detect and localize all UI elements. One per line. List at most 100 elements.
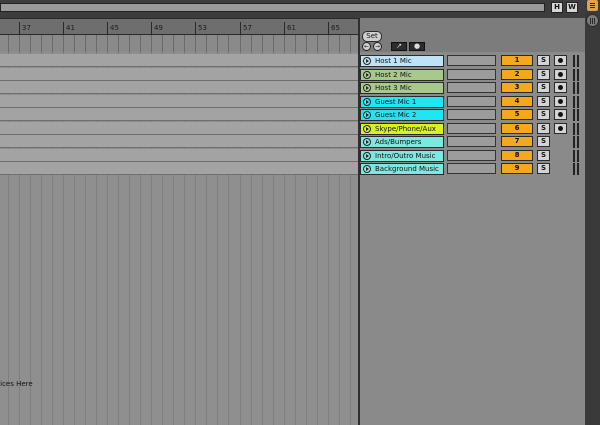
level-meter xyxy=(573,55,575,67)
solo-button[interactable]: S xyxy=(537,136,550,147)
track-name-8[interactable]: Intro/Outro Music xyxy=(360,150,444,162)
ruler-tick-label: 37 xyxy=(22,24,31,32)
track-name-9[interactable]: Background Music xyxy=(360,163,444,175)
track-row: Skype/Phone/Aux 6 S xyxy=(360,123,585,136)
back-arrow-icon[interactable]: ← xyxy=(362,42,371,51)
solo-button[interactable]: S xyxy=(537,123,550,134)
track-activator-5[interactable]: 5 xyxy=(501,109,533,120)
w-button[interactable]: W xyxy=(566,2,578,13)
right-gutter xyxy=(585,0,600,425)
top-bar: H W xyxy=(0,0,585,16)
clip-slot[interactable] xyxy=(447,55,496,66)
track-row: Host 3 Mic 3 S xyxy=(360,82,585,95)
track-activator-9[interactable]: 9 xyxy=(501,163,533,174)
track-name-1[interactable]: Host 1 Mic xyxy=(360,55,444,67)
track-lane[interactable] xyxy=(0,108,358,121)
menu-icon[interactable] xyxy=(587,0,598,11)
track-row: Intro/Outro Music 8 S xyxy=(360,150,585,163)
level-meter xyxy=(577,150,579,162)
clip-slot[interactable] xyxy=(447,123,496,134)
ruler-tick-label: 53 xyxy=(198,24,207,32)
clip-slot[interactable] xyxy=(447,96,496,107)
solo-button[interactable]: S xyxy=(537,163,550,174)
clip-slot[interactable] xyxy=(447,163,496,174)
track-name-7[interactable]: Ads/Bumpers xyxy=(360,136,444,148)
track-lane[interactable] xyxy=(0,68,358,81)
play-icon[interactable] xyxy=(363,98,371,106)
expand-arrows-icon[interactable]: ↗ xyxy=(391,42,407,51)
solo-button[interactable]: S xyxy=(537,82,550,93)
lock-icon[interactable]: ● xyxy=(409,42,425,51)
track-activator-2[interactable]: 2 xyxy=(501,69,533,80)
play-icon[interactable] xyxy=(363,152,371,160)
solo-button[interactable]: S xyxy=(537,96,550,107)
arm-record-button[interactable] xyxy=(554,82,567,93)
track-name-3[interactable]: Host 3 Mic xyxy=(360,82,444,94)
level-meter xyxy=(573,109,575,121)
ruler-tick-label: 41 xyxy=(66,24,75,32)
solo-button[interactable]: S xyxy=(537,55,550,66)
set-button[interactable]: Set xyxy=(362,31,382,42)
track-name-label: Skype/Phone/Aux xyxy=(375,125,436,133)
clip-slot[interactable] xyxy=(447,136,496,147)
play-icon[interactable] xyxy=(363,165,371,173)
track-name-label: Guest Mic 2 xyxy=(375,111,417,119)
clip-slot[interactable] xyxy=(447,82,496,93)
track-lane[interactable] xyxy=(0,122,358,135)
play-icon[interactable] xyxy=(363,125,371,133)
track-name-2[interactable]: Host 2 Mic xyxy=(360,69,444,81)
beat-ruler[interactable]: 37 41 45 49 53 57 61 65 xyxy=(0,18,358,34)
play-icon[interactable] xyxy=(363,111,371,119)
overview-strip[interactable] xyxy=(0,3,545,12)
track-activator-8[interactable]: 8 xyxy=(501,150,533,161)
h-button[interactable]: H xyxy=(551,2,563,13)
arm-record-button[interactable] xyxy=(554,123,567,134)
clip-slot[interactable] xyxy=(447,109,496,120)
track-lane[interactable] xyxy=(0,149,358,162)
ruler-tick-label: 45 xyxy=(110,24,119,32)
ruler-tick-label: 49 xyxy=(154,24,163,32)
track-lane[interactable] xyxy=(0,95,358,108)
clip-slot[interactable] xyxy=(447,150,496,161)
track-name-label: Host 2 Mic xyxy=(375,71,412,79)
play-icon[interactable] xyxy=(363,84,371,92)
track-lane[interactable] xyxy=(0,162,358,175)
track-activator-6[interactable]: 6 xyxy=(501,123,533,134)
solo-button[interactable]: S xyxy=(537,109,550,120)
play-icon[interactable] xyxy=(363,57,371,65)
arm-record-button[interactable] xyxy=(554,96,567,107)
loop-bar-area[interactable] xyxy=(0,34,358,52)
forward-arrow-icon[interactable]: → xyxy=(373,42,382,51)
track-lane[interactable] xyxy=(0,135,358,148)
solo-button[interactable]: S xyxy=(537,150,550,161)
arm-record-button[interactable] xyxy=(554,55,567,66)
track-row: Guest Mic 2 5 S xyxy=(360,109,585,122)
track-row: Ads/Bumpers 7 S xyxy=(360,136,585,149)
view-toggle-icon[interactable] xyxy=(586,14,599,27)
track-name-4[interactable]: Guest Mic 1 xyxy=(360,96,444,108)
ruler-tick-label: 65 xyxy=(331,24,340,32)
solo-button[interactable]: S xyxy=(537,69,550,80)
track-lane[interactable] xyxy=(0,81,358,94)
play-icon[interactable] xyxy=(363,138,371,146)
arrangement-view[interactable]: vices Here xyxy=(0,52,358,425)
track-lane[interactable] xyxy=(0,54,358,67)
track-activator-7[interactable]: 7 xyxy=(501,136,533,147)
level-meter xyxy=(577,82,579,94)
track-name-5[interactable]: Guest Mic 2 xyxy=(360,109,444,121)
level-meter xyxy=(573,163,575,175)
arm-record-button[interactable] xyxy=(554,109,567,120)
track-activator-1[interactable]: 1 xyxy=(501,55,533,66)
track-activator-3[interactable]: 3 xyxy=(501,82,533,93)
clip-slot[interactable] xyxy=(447,69,496,80)
level-meter xyxy=(577,109,579,121)
ruler-tick-label: 57 xyxy=(243,24,252,32)
level-meter xyxy=(577,69,579,81)
track-name-6[interactable]: Skype/Phone/Aux xyxy=(360,123,444,135)
track-name-label: Host 1 Mic xyxy=(375,57,412,65)
track-row: Host 2 Mic 2 S xyxy=(360,69,585,82)
track-activator-4[interactable]: 4 xyxy=(501,96,533,107)
arm-record-button[interactable] xyxy=(554,69,567,80)
play-icon[interactable] xyxy=(363,71,371,79)
level-meter xyxy=(573,96,575,108)
